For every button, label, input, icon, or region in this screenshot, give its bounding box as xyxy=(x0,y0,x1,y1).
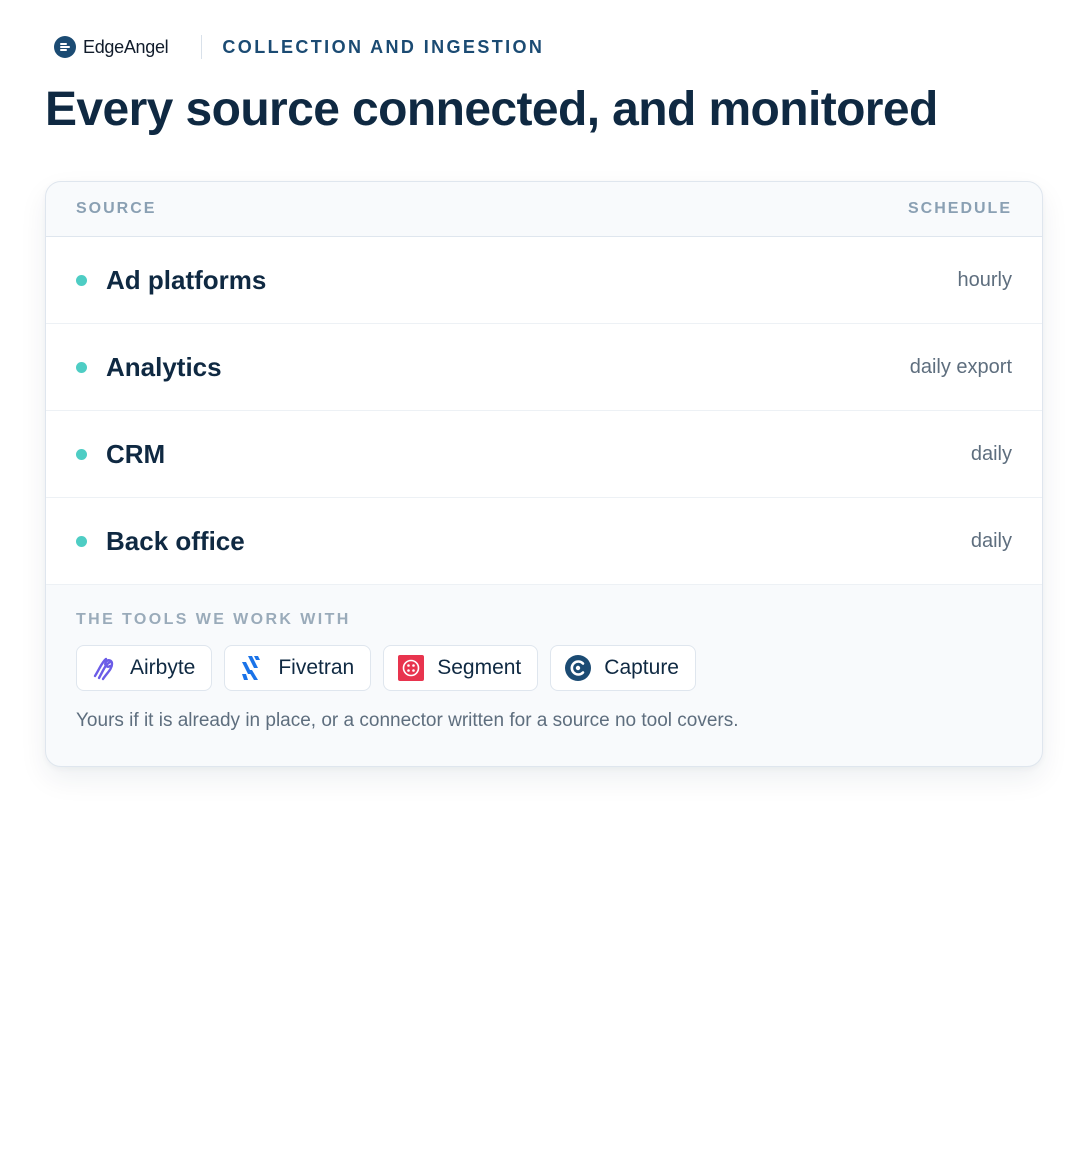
source-name: Analytics xyxy=(106,351,222,382)
tools-note: Yours if it is already in place, or a co… xyxy=(76,710,739,731)
section-label: COLLECTION AND INGESTION xyxy=(222,36,545,57)
capture-icon xyxy=(565,655,592,681)
tool-chip-label: Capture xyxy=(604,656,679,679)
tool-chip-label: Fivetran xyxy=(278,656,355,679)
column-header-schedule: SCHEDULE xyxy=(907,200,1012,217)
tool-chip-segment[interactable]: Segment xyxy=(383,645,539,691)
tools-section: THE TOOLS WE WORK WITH Airbyte Fivetran … xyxy=(46,585,1042,732)
source-schedule: daily xyxy=(970,442,1012,465)
tool-chip-label: Segment xyxy=(437,656,522,679)
brand[interactable]: EdgeAngel xyxy=(54,36,169,58)
column-header-source: SOURCE xyxy=(76,200,157,217)
status-dot-icon xyxy=(76,535,87,547)
status-dot-icon xyxy=(76,361,87,373)
airbyte-icon xyxy=(93,657,114,681)
brand-name: EdgeAngel xyxy=(83,36,169,57)
table-header: SOURCE SCHEDULE xyxy=(46,182,1042,237)
fivetran-icon xyxy=(242,656,261,680)
header-divider xyxy=(201,35,203,59)
tool-chip-airbyte[interactable]: Airbyte xyxy=(76,645,213,691)
source-name: CRM xyxy=(106,438,166,469)
tool-chip-capture[interactable]: Capture xyxy=(550,645,696,691)
tool-chip-fivetran[interactable]: Fivetran xyxy=(224,645,372,691)
source-row: Ad platforms hourly xyxy=(46,237,1042,324)
source-list: Ad platforms hourly Analytics daily expo… xyxy=(46,237,1042,585)
source-row: Back office daily xyxy=(46,498,1042,585)
source-row: CRM daily xyxy=(46,411,1042,498)
sources-card: SOURCE SCHEDULE Ad platforms hourly Anal… xyxy=(45,181,1043,767)
source-schedule: daily export xyxy=(909,355,1012,378)
segment-icon xyxy=(398,655,425,681)
page-header: EdgeAngel COLLECTION AND INGESTION xyxy=(54,34,544,60)
tool-chips: Airbyte Fivetran Segment Capture xyxy=(76,645,1012,691)
source-schedule: hourly xyxy=(957,268,1012,291)
tool-chip-label: Airbyte xyxy=(130,656,196,679)
page-title: Every source connected, and monitored xyxy=(45,83,938,136)
source-schedule: daily xyxy=(970,529,1012,552)
source-name: Back office xyxy=(106,525,245,556)
tools-label: THE TOOLS WE WORK WITH xyxy=(76,611,351,628)
edgeangel-logo-icon xyxy=(54,36,76,58)
status-dot-icon xyxy=(76,274,87,286)
source-name: Ad platforms xyxy=(106,264,267,295)
source-row: Analytics daily export xyxy=(46,324,1042,411)
status-dot-icon xyxy=(76,448,87,460)
